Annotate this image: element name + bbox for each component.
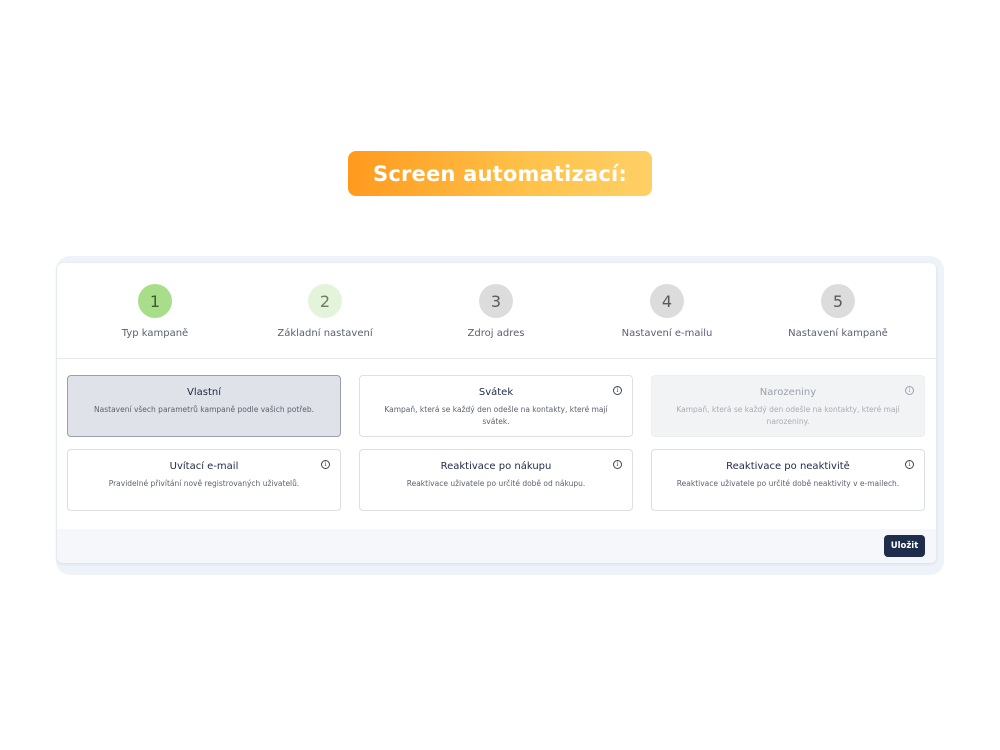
step-label: Nastavení kampaně [788, 328, 888, 339]
option-title: Reaktivace po nákupu [440, 461, 552, 472]
option-description: Nastavení všech parametrů kampaně podle … [94, 405, 314, 414]
step-label: Zdroj adres [467, 328, 525, 339]
step-circle: 2 [308, 284, 342, 318]
step-label: Typ kampaně [121, 328, 189, 339]
wizard-footer: Uložit [57, 529, 936, 563]
option-title: Svátek [478, 387, 514, 398]
option-title: Uvítací e-mail [169, 461, 239, 472]
option-description: Pravidelné přivítání nově registrovaných… [108, 479, 300, 488]
step-circle: 3 [479, 284, 513, 318]
campaign-wizard: 1 Typ kampaně 2 Základní nastavení 3 Zdr… [57, 263, 936, 563]
step-circle: 4 [650, 284, 684, 318]
option-title: Vlastní [187, 387, 221, 398]
option-reaktivace-po-nakupu[interactable]: Reaktivace po nákupu Reaktivace uživatel… [359, 449, 633, 511]
info-icon[interactable]: i [905, 460, 914, 469]
option-title: Reaktivace po neaktivitě [726, 461, 850, 472]
option-reaktivace-po-neaktivite[interactable]: Reaktivace po neaktivitě Reaktivace uživ… [651, 449, 925, 511]
info-icon[interactable]: i [613, 386, 622, 395]
info-icon[interactable]: i [321, 460, 330, 469]
step-2[interactable]: 2 Základní nastavení [250, 284, 400, 339]
step-label: Základní nastavení [277, 328, 373, 339]
option-description: Reaktivace uživatele po určité době neak… [676, 479, 900, 488]
option-uvitaci-email[interactable]: Uvítací e-mail Pravidelné přivítání nově… [67, 449, 341, 511]
save-button[interactable]: Uložit [884, 535, 925, 557]
option-description: Kampaň, která se každý den odešle na kon… [676, 405, 900, 426]
option-svatek[interactable]: Svátek Kampaň, která se každý den odešle… [359, 375, 633, 437]
step-3[interactable]: 3 Zdroj adres [421, 284, 571, 339]
step-label: Nastavení e-mailu [621, 328, 713, 339]
step-1[interactable]: 1 Typ kampaně [80, 284, 230, 339]
option-title: Narozeniny [759, 387, 817, 398]
option-narozeniny[interactable]: Narozeniny Kampaň, která se každý den od… [651, 375, 925, 437]
option-vlastni[interactable]: Vlastní Nastavení všech parametrů kampan… [67, 375, 341, 437]
option-description: Reaktivace uživatele po určité době od n… [406, 479, 586, 488]
stepper: 1 Typ kampaně 2 Základní nastavení 3 Zdr… [57, 263, 936, 359]
step-circle: 5 [821, 284, 855, 318]
info-icon[interactable]: i [613, 460, 622, 469]
step-5[interactable]: 5 Nastavení kampaně [763, 284, 913, 339]
step-circle: 1 [138, 284, 172, 318]
info-icon[interactable]: i [905, 386, 914, 395]
banner-title: Screen automatizací: [348, 151, 652, 196]
step-4[interactable]: 4 Nastavení e-mailu [592, 284, 742, 339]
option-description: Kampaň, která se každý den odešle na kon… [384, 405, 608, 426]
